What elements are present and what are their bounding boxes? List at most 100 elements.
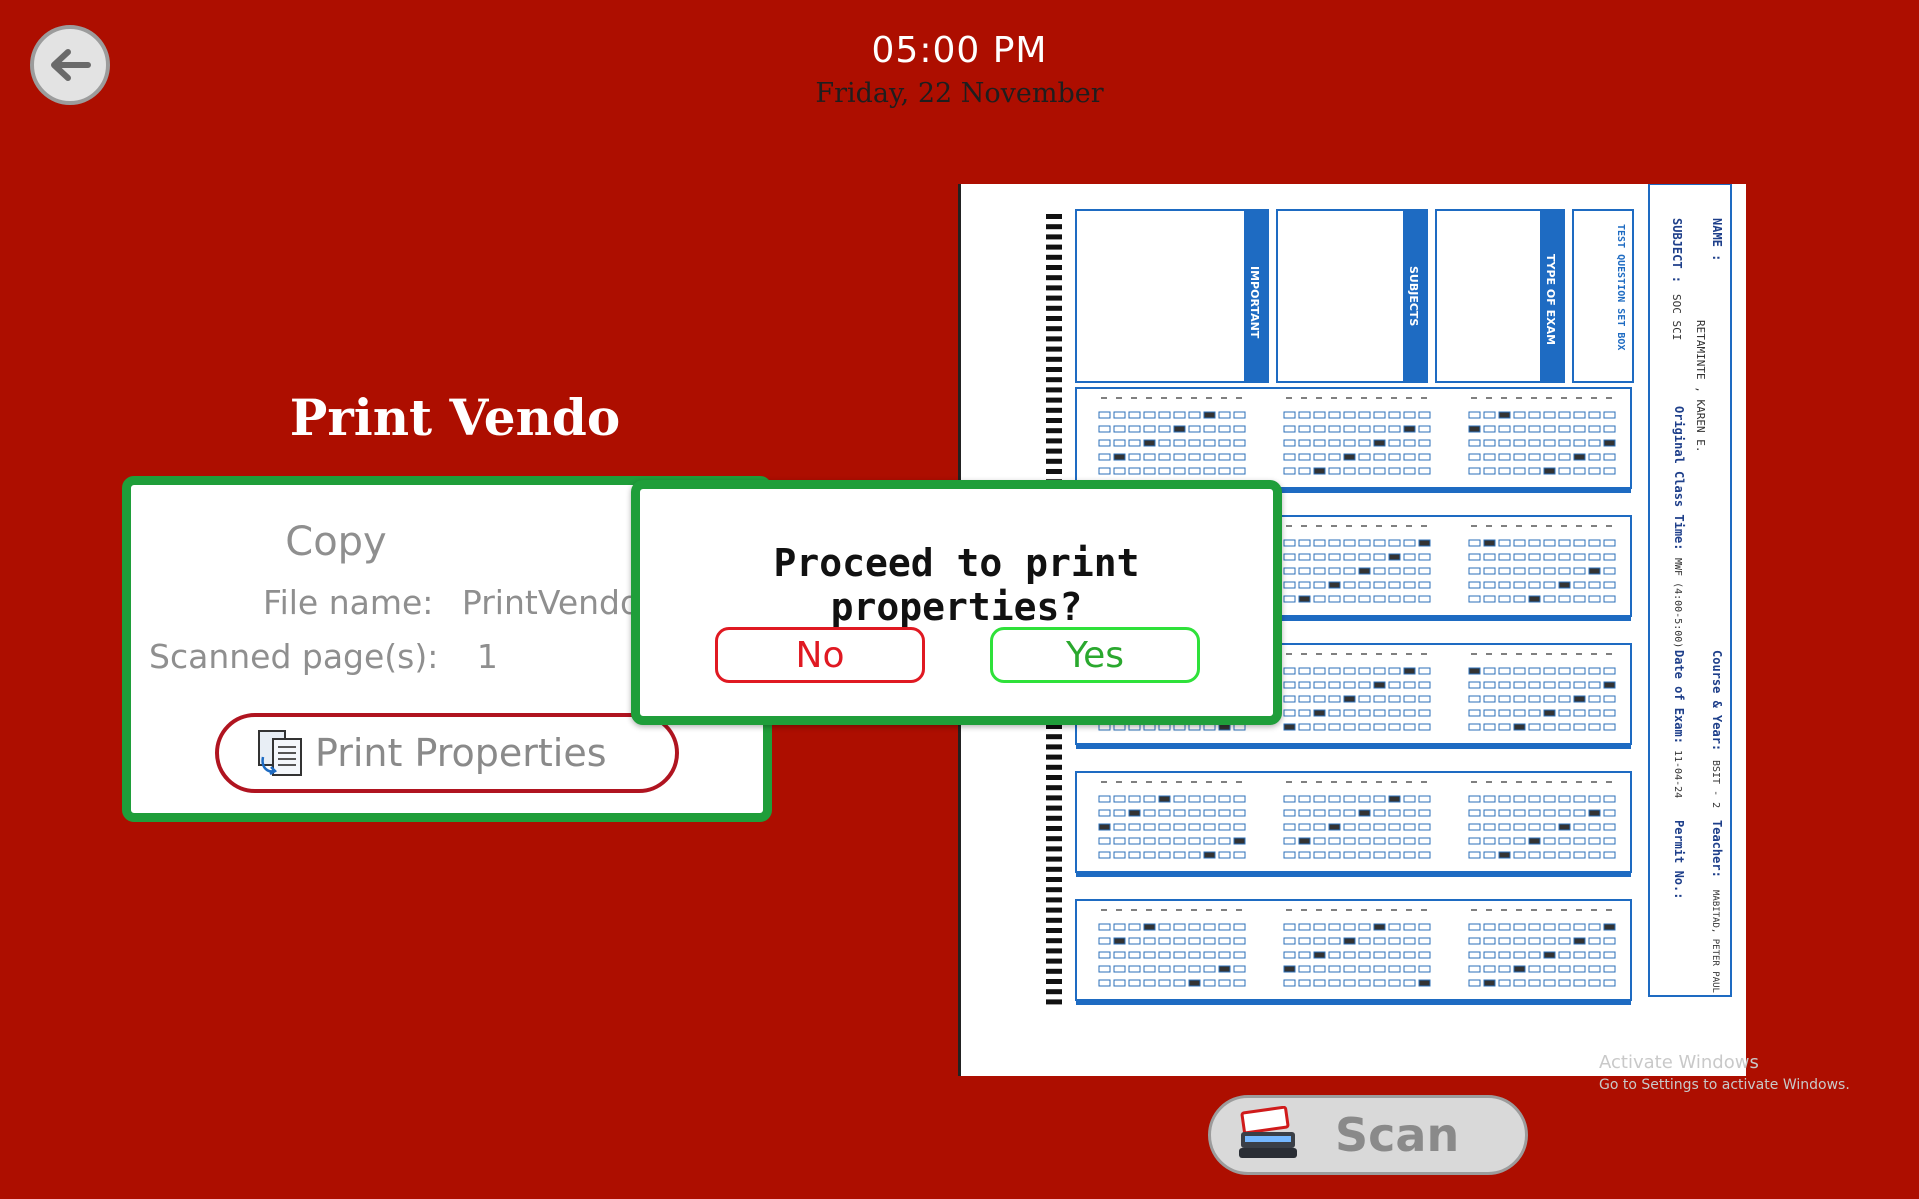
scan-button[interactable]: Scan [1208,1095,1528,1175]
answer-bubble [1328,809,1341,817]
answer-bubble [1498,965,1511,973]
kiosk-screen: 05:00 PM Friday, 22 November Print Vendo… [0,0,1919,1199]
answer-bubble [1283,823,1296,831]
answer-bubble [1468,951,1481,959]
answer-bubble [1298,837,1311,845]
answer-bubble [1403,809,1416,817]
answer-bubble [1283,837,1296,845]
answer-bubble [1128,951,1141,959]
answer-bubble [1498,439,1511,447]
answer-bubble [1188,453,1201,461]
answer-bubble [1188,837,1201,845]
answer-bubble [1373,567,1386,575]
answer-bubble [1098,837,1111,845]
answer-bubble [1513,965,1526,973]
answer-bubble [1403,937,1416,945]
answer-bubble [1113,837,1126,845]
subject-value: SOC SCI [1670,294,1683,340]
answer-bubble [1588,837,1601,845]
answer-bubble [1298,823,1311,831]
answer-bubble [1528,951,1541,959]
answer-bubble [1113,951,1126,959]
answer-bubble [1418,467,1431,475]
answer-bubble [1573,709,1586,717]
answer-bubble [1343,453,1356,461]
answer-bubble [1158,951,1171,959]
answer-bubble [1158,823,1171,831]
answer-bubble [1173,951,1186,959]
answer-bubble [1403,453,1416,461]
answer-bubble [1173,795,1186,803]
timing-mark [1046,285,1062,291]
answer-bubble [1313,667,1326,675]
answer-bubble [1513,595,1526,603]
answer-bubble [1283,553,1296,561]
timing-mark [1046,958,1062,964]
timing-mark [1046,214,1062,219]
answer-bubble [1173,439,1186,447]
answer-bubble [1298,453,1311,461]
answer-bubble [1588,695,1601,703]
answer-bubble [1603,411,1616,419]
answer-bubble [1373,809,1386,817]
answer-bubble [1233,851,1246,859]
answer-bubble [1603,595,1616,603]
answer-bubble [1298,809,1311,817]
answer-bubble [1358,937,1371,945]
answer-bubble [1543,809,1556,817]
answer-bubble [1573,539,1586,547]
answer-bubble [1373,425,1386,433]
answer-bubble [1513,667,1526,675]
answer-bubble [1588,851,1601,859]
answer-bubble [1283,723,1296,731]
print-properties-button[interactable]: Print Properties [215,713,679,793]
answer-bubble [1203,979,1216,987]
answer-bubble [1313,581,1326,589]
no-button[interactable]: No [715,627,925,683]
answer-bubble [1313,923,1326,931]
answer-bubble [1218,823,1231,831]
answer-bubble [1588,709,1601,717]
name-label: NAME : [1710,218,1724,261]
yes-button[interactable]: Yes [990,627,1200,683]
subject-label: SUBJECT : [1670,218,1684,283]
answer-bubble [1343,923,1356,931]
answer-bubble [1283,595,1296,603]
answer-bubble [1403,823,1416,831]
answer-bubble [1403,581,1416,589]
answer-bubble [1528,681,1541,689]
answer-bubble [1328,467,1341,475]
answer-bubble [1483,567,1496,575]
answer-bubble [1543,923,1556,931]
answer-bubble [1513,567,1526,575]
answer-bubble [1358,595,1371,603]
answer-bubble [1143,965,1156,973]
answer-bubble [1358,979,1371,987]
answer-bubble [1558,837,1571,845]
answer-bubble [1188,823,1201,831]
answer-bubble [1403,695,1416,703]
answer-bubble [1233,453,1246,461]
answer-bubble [1358,539,1371,547]
answer-bubble [1498,937,1511,945]
answer-bubble [1298,425,1311,433]
answer-bubble [1558,823,1571,831]
timing-mark [1046,387,1062,393]
answer-bubble [1128,795,1141,803]
answer-bubble [1188,439,1201,447]
answer-bubble [1283,923,1296,931]
answer-bubble [1218,809,1231,817]
answer-bubble [1328,667,1341,675]
answer-bubble [1483,951,1496,959]
answer-bubble [1418,923,1431,931]
answer-bubble [1388,567,1401,575]
answer-bubble [1128,923,1141,931]
print-properties-label: Print Properties [315,731,607,775]
answer-bubble [1313,709,1326,717]
answer-bubble [1283,539,1296,547]
box-labels: IMPORTANT SUBJECTS TYPE OF EXAM [1248,254,1557,345]
answer-bubble [1403,795,1416,803]
box-exam-label: TYPE OF EXAM [1544,254,1557,345]
answer-bubble [1233,951,1246,959]
answer-bubble [1098,937,1111,945]
